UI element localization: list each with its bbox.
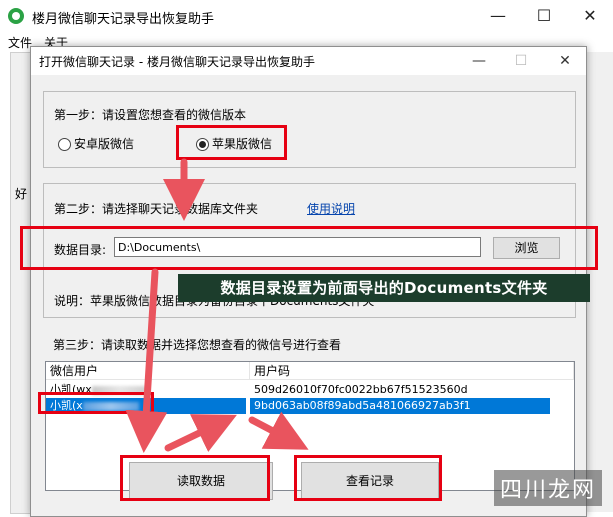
annotation-arrows	[125, 158, 309, 453]
watermark: 四川龙网	[494, 470, 603, 506]
arrow-dir-to-read	[125, 268, 168, 453]
arrow-read-to-row	[164, 414, 237, 453]
annotation-banner: 数据目录设置为前面导出的Documents文件夹	[178, 274, 590, 302]
arrow-row-to-view	[248, 411, 309, 450]
